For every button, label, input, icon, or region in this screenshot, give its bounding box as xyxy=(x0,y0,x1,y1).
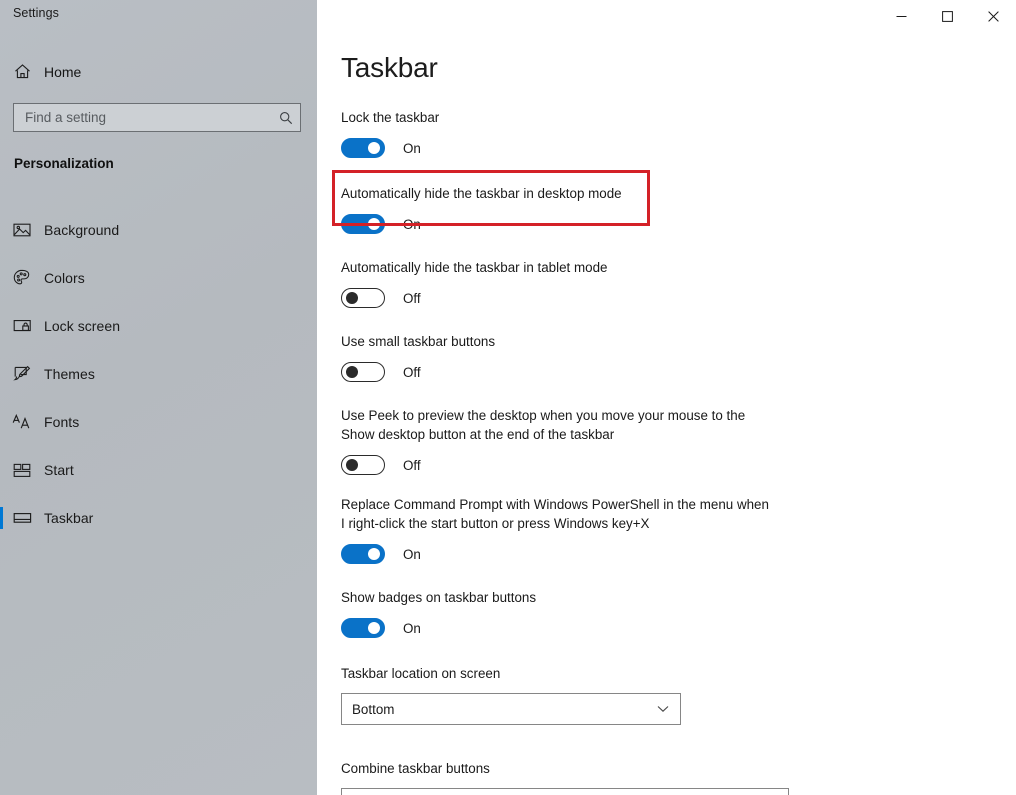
palette-icon xyxy=(0,269,44,287)
toggle-lock-the-taskbar[interactable] xyxy=(341,138,385,158)
image-icon xyxy=(0,222,44,238)
page-title: Taskbar xyxy=(341,52,438,83)
setting-lock-the-taskbar: Lock the taskbar On xyxy=(341,108,1001,160)
setting-show-badges: Show badges on taskbar buttons On xyxy=(341,588,1001,640)
toggle-state-label: On xyxy=(403,140,421,156)
lock-screen-icon xyxy=(0,318,44,334)
sidebar-item-fonts-label: Fonts xyxy=(44,414,80,430)
search-input[interactable] xyxy=(14,110,272,125)
toggle-row: On xyxy=(341,136,1001,160)
close-button[interactable] xyxy=(970,0,1016,32)
start-tiles-icon xyxy=(0,463,44,478)
settings-list: Lock the taskbar On Automatically hide t… xyxy=(341,108,1001,795)
toggle-row: On xyxy=(341,542,1001,566)
dropdown-value: Bottom xyxy=(352,701,395,717)
sidebar-item-taskbar-label: Taskbar xyxy=(44,510,94,526)
toggle-row: On xyxy=(341,616,1001,640)
sidebar-section-heading: Personalization xyxy=(14,156,114,171)
search-box[interactable] xyxy=(13,103,301,132)
settings-window: Settings Home Personalization xyxy=(0,0,1016,795)
setting-auto-hide-desktop-mode: Automatically hide the taskbar in deskto… xyxy=(341,184,1001,236)
sidebar-nav-list: Background Colors Lock screen Themes Fon… xyxy=(0,206,317,542)
setting-label: Automatically hide the taskbar in deskto… xyxy=(341,186,622,201)
sidebar-item-themes-label: Themes xyxy=(44,366,95,382)
window-title: Settings xyxy=(13,6,59,20)
toggle-row: On xyxy=(341,212,1001,236)
toggle-auto-hide-desktop-mode[interactable] xyxy=(341,214,385,234)
sidebar-item-taskbar[interactable]: Taskbar xyxy=(0,494,317,542)
main-content: Taskbar Lock the taskbar On Automaticall… xyxy=(317,0,1016,795)
toggle-state-label: On xyxy=(403,546,421,562)
setting-combine-taskbar-buttons: Combine taskbar buttons Always, hide lab… xyxy=(341,759,1001,795)
setting-label: Use small taskbar buttons xyxy=(341,334,496,349)
chevron-down-icon xyxy=(657,705,669,713)
dropdown-label: Taskbar location on screen xyxy=(341,666,501,681)
dropdown-label: Combine taskbar buttons xyxy=(341,761,490,776)
toggle-row: Off xyxy=(341,360,1001,384)
setting-auto-hide-tablet-mode: Automatically hide the taskbar in tablet… xyxy=(341,258,1001,310)
maximize-button[interactable] xyxy=(924,0,970,32)
sidebar-item-lock-screen-label: Lock screen xyxy=(44,318,121,334)
setting-use-small-taskbar-buttons: Use small taskbar buttons Off xyxy=(341,332,1001,384)
toggle-state-label: Off xyxy=(403,457,421,473)
setting-use-peek: Use Peek to preview the desktop when you… xyxy=(341,406,1001,477)
dropdown-combine-taskbar-buttons[interactable]: Always, hide labels xyxy=(341,788,789,795)
sidebar-item-start-label: Start xyxy=(44,462,74,478)
sidebar-item-background-label: Background xyxy=(44,222,120,238)
toggle-state-label: On xyxy=(403,216,421,232)
toggle-row: Off xyxy=(341,286,1001,310)
home-icon xyxy=(0,63,44,80)
minimize-button[interactable] xyxy=(878,0,924,32)
sidebar-item-home[interactable]: Home xyxy=(0,58,317,85)
setting-label: Use Peek to preview the desktop when you… xyxy=(341,408,746,442)
setting-label: Lock the taskbar xyxy=(341,110,440,125)
toggle-row: Off xyxy=(341,453,1001,477)
sidebar-item-home-label: Home xyxy=(44,63,82,80)
toggle-replace-command-prompt[interactable] xyxy=(341,544,385,564)
sidebar-item-background[interactable]: Background xyxy=(0,206,317,254)
sidebar-item-colors[interactable]: Colors xyxy=(0,254,317,302)
brush-icon xyxy=(0,365,44,383)
sidebar-item-themes[interactable]: Themes xyxy=(0,350,317,398)
toggle-use-peek[interactable] xyxy=(341,455,385,475)
dropdown-taskbar-location[interactable]: Bottom xyxy=(341,693,681,725)
toggle-state-label: On xyxy=(403,620,421,636)
toggle-auto-hide-tablet-mode[interactable] xyxy=(341,288,385,308)
search-icon[interactable] xyxy=(272,111,300,125)
toggle-show-badges[interactable] xyxy=(341,618,385,638)
sidebar-item-colors-label: Colors xyxy=(44,270,85,286)
taskbar-icon xyxy=(0,511,44,525)
setting-taskbar-location: Taskbar location on screen Bottom xyxy=(341,664,1001,725)
toggle-state-label: Off xyxy=(403,364,421,380)
sidebar-item-fonts[interactable]: Fonts xyxy=(0,398,317,446)
setting-label: Automatically hide the taskbar in tablet… xyxy=(341,260,608,275)
sidebar-item-start[interactable]: Start xyxy=(0,446,317,494)
font-icon xyxy=(0,414,44,430)
toggle-state-label: Off xyxy=(403,290,421,306)
sidebar: Settings Home Personalization xyxy=(0,0,317,795)
toggle-use-small-taskbar-buttons[interactable] xyxy=(341,362,385,382)
sidebar-item-lock-screen[interactable]: Lock screen xyxy=(0,302,317,350)
setting-label: Replace Command Prompt with Windows Powe… xyxy=(341,497,769,531)
window-controls xyxy=(878,0,1016,32)
setting-label: Show badges on taskbar buttons xyxy=(341,590,537,605)
setting-replace-command-prompt: Replace Command Prompt with Windows Powe… xyxy=(341,495,1001,566)
